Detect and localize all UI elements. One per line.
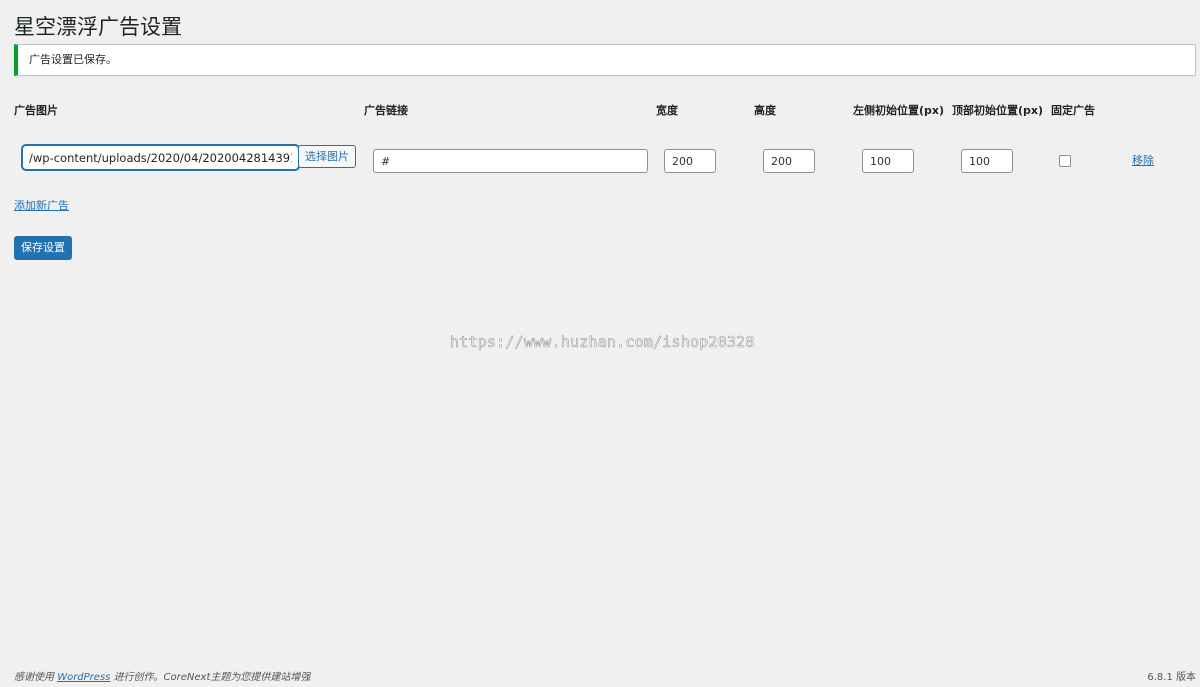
page-title: 星空漂浮广告设置 <box>14 15 182 39</box>
header-height: 高度 <box>754 104 776 117</box>
wordpress-link[interactable]: WordPress <box>57 672 110 683</box>
header-ad-image: 广告图片 <box>14 104 58 117</box>
notice-message: 广告设置已保存。 <box>29 53 117 66</box>
header-width: 宽度 <box>656 104 678 117</box>
width-input[interactable] <box>664 149 716 173</box>
add-new-ad-link[interactable]: 添加新广告 <box>14 198 69 214</box>
header-left-position: 左侧初始位置(px) <box>853 104 945 117</box>
footer-version: 6.8.1 版本 <box>1147 672 1196 683</box>
header-top-position: 顶部初始位置(px) <box>952 104 1044 117</box>
height-input[interactable] <box>763 149 815 173</box>
choose-image-button[interactable]: 选择图片 <box>298 145 356 168</box>
left-position-input[interactable] <box>862 149 914 173</box>
header-fixed-ad: 固定广告 <box>1051 104 1095 117</box>
footer-thanks-prefix: 感谢使用 <box>14 672 54 683</box>
fixed-ad-checkbox[interactable] <box>1059 155 1071 167</box>
save-settings-button[interactable]: 保存设置 <box>14 236 72 260</box>
footer-credits: 感谢使用 WordPress 进行创作。CoreNext主题为您提供建站增强 <box>14 671 310 685</box>
header-ad-link: 广告链接 <box>364 104 408 117</box>
admin-page: 星空漂浮广告设置 广告设置已保存。 广告图片 广告链接 宽度 高度 左侧初始位置… <box>0 0 1200 687</box>
remove-ad-link[interactable]: 移除 <box>1132 153 1154 169</box>
top-position-input[interactable] <box>961 149 1013 173</box>
ad-link-input[interactable] <box>373 149 648 173</box>
footer-thanks-suffix: 进行创作。CoreNext主题为您提供建站增强 <box>113 672 311 683</box>
success-notice: 广告设置已保存。 <box>14 44 1196 76</box>
watermark-text: https://www.huzhan.com/ishop20328 <box>450 333 755 352</box>
ad-image-url-input[interactable] <box>22 145 299 170</box>
